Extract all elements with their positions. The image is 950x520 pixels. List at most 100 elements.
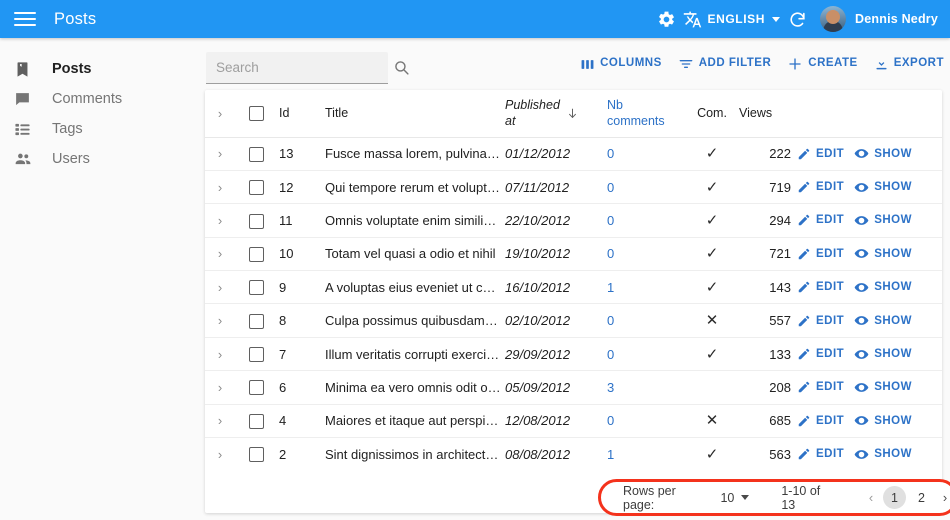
cell-nb-comments[interactable]: 1 [601,438,685,471]
row-checkbox[interactable] [249,414,264,429]
edit-button[interactable]: EDIT [797,147,844,161]
header-commentable[interactable]: Com. [685,90,739,137]
language-selector[interactable]: ENGLISH [683,10,780,29]
row-checkbox[interactable] [249,347,264,362]
create-button[interactable]: CREATE [787,56,857,72]
show-button[interactable]: SHOW [854,347,912,362]
search-icon[interactable] [393,59,410,76]
gear-icon[interactable] [651,4,681,34]
show-button[interactable]: SHOW [854,146,912,161]
chevron-left-icon[interactable]: ‹ [861,490,881,505]
chevron-right-icon[interactable]: › [218,380,222,395]
row-checkbox[interactable] [249,180,264,195]
header-nb-comments[interactable]: Nb comments [601,90,685,137]
table-row[interactable]: ›4Maiores et itaque aut perspi…12/08/201… [205,404,942,437]
edit-button[interactable]: EDIT [797,314,844,328]
page-button-1[interactable]: 1 [883,486,906,509]
show-button[interactable]: SHOW [854,413,912,428]
table-row[interactable]: ›2Sint dignissimos in architect…08/08/20… [205,438,942,471]
table-row[interactable]: ›7Illum veritatis corrupti exerci…29/09/… [205,337,942,370]
edit-button[interactable]: EDIT [797,380,844,394]
nb-comments-link[interactable]: 0 [607,180,614,195]
page-button-2[interactable]: 2 [910,486,933,509]
table-row[interactable]: ›8Culpa possimus quibusdam …02/10/20120✕… [205,304,942,337]
chevron-right-icon[interactable]: › [935,490,950,505]
table-row[interactable]: ›6Minima ea vero omnis odit o…05/09/2012… [205,371,942,404]
arrow-down-icon[interactable] [566,107,579,120]
cell-nb-comments[interactable]: 0 [601,204,685,237]
row-checkbox[interactable] [249,314,264,329]
row-checkbox[interactable] [249,214,264,229]
show-button[interactable]: SHOW [854,246,912,261]
nb-comments-link[interactable]: 1 [607,280,614,295]
edit-button[interactable]: EDIT [797,447,844,461]
search-input[interactable] [216,60,393,75]
cell-nb-comments[interactable]: 0 [601,404,685,437]
show-button[interactable]: SHOW [854,447,912,462]
header-views[interactable]: Views [739,90,797,137]
show-button[interactable]: SHOW [854,213,912,228]
chevron-right-icon[interactable]: › [218,213,222,228]
show-button[interactable]: SHOW [854,313,912,328]
cell-nb-comments[interactable]: 1 [601,271,685,304]
table-row[interactable]: ›13Fusce massa lorem, pulvinar…01/12/201… [205,137,942,170]
show-button[interactable]: SHOW [854,280,912,295]
chevron-right-icon[interactable]: › [218,146,222,161]
sidebar-item-comments[interactable]: Comments [0,84,196,114]
cell-nb-comments[interactable]: 0 [601,170,685,203]
chevron-right-icon[interactable]: › [218,246,222,261]
edit-button[interactable]: EDIT [797,180,844,194]
table-row[interactable]: ›11Omnis voluptate enim simili…22/10/201… [205,204,942,237]
nb-comments-link[interactable]: 0 [607,347,614,362]
table-row[interactable]: ›9A voluptas eius eveniet ut co…16/10/20… [205,271,942,304]
cell-nb-comments[interactable]: 0 [601,237,685,270]
edit-button[interactable]: EDIT [797,213,844,227]
nb-comments-link[interactable]: 0 [607,413,614,428]
nb-comments-link[interactable]: 1 [607,447,614,462]
refresh-icon[interactable] [782,4,812,34]
hamburger-menu-icon[interactable] [14,10,36,28]
header-published-at[interactable]: Published at [501,90,601,137]
add-filter-button[interactable]: ADD FILTER [678,56,772,72]
show-button[interactable]: SHOW [854,380,912,395]
chevron-right-icon[interactable]: › [218,413,222,428]
row-checkbox[interactable] [249,447,264,462]
cell-nb-comments[interactable]: 3 [601,371,685,404]
nb-comments-link[interactable]: 0 [607,313,614,328]
nb-comments-link[interactable]: 0 [607,213,614,228]
sidebar-item-posts[interactable]: Posts [0,54,196,84]
header-id[interactable]: Id [277,90,321,137]
table-row[interactable]: ›12Qui tempore rerum et volupt…07/11/201… [205,170,942,203]
chevron-right-icon[interactable]: › [218,280,222,295]
chevron-right-icon[interactable]: › [218,347,222,362]
edit-button[interactable]: EDIT [797,347,844,361]
sidebar-item-users[interactable]: Users [0,144,196,174]
cell-nb-comments[interactable]: 0 [601,137,685,170]
chevron-right-icon[interactable]: › [218,313,222,328]
cell-nb-comments[interactable]: 0 [601,304,685,337]
export-button[interactable]: EXPORT [874,57,944,72]
chevron-right-icon[interactable]: › [218,107,222,120]
nb-comments-link[interactable]: 3 [607,380,614,395]
nb-comments-link[interactable]: 0 [607,246,614,261]
row-checkbox[interactable] [249,147,264,162]
cell-nb-comments[interactable]: 0 [601,337,685,370]
avatar[interactable] [820,6,846,32]
rows-per-page-select[interactable]: 10 [720,491,749,505]
columns-button[interactable]: COLUMNS [580,57,662,72]
edit-button[interactable]: EDIT [797,280,844,294]
row-checkbox[interactable] [249,247,264,262]
select-all-checkbox[interactable] [249,106,264,121]
edit-button[interactable]: EDIT [797,247,844,261]
edit-button[interactable]: EDIT [797,414,844,428]
row-checkbox[interactable] [249,380,264,395]
table-row[interactable]: ›10Totam vel quasi a odio et nihil19/10/… [205,237,942,270]
show-button[interactable]: SHOW [854,180,912,195]
chevron-right-icon[interactable]: › [218,180,222,195]
sidebar-item-tags[interactable]: Tags [0,114,196,144]
search-field[interactable] [206,52,388,84]
chevron-right-icon[interactable]: › [218,447,222,462]
nb-comments-link[interactable]: 0 [607,146,614,161]
header-title[interactable]: Title [321,90,501,137]
row-checkbox[interactable] [249,280,264,295]
